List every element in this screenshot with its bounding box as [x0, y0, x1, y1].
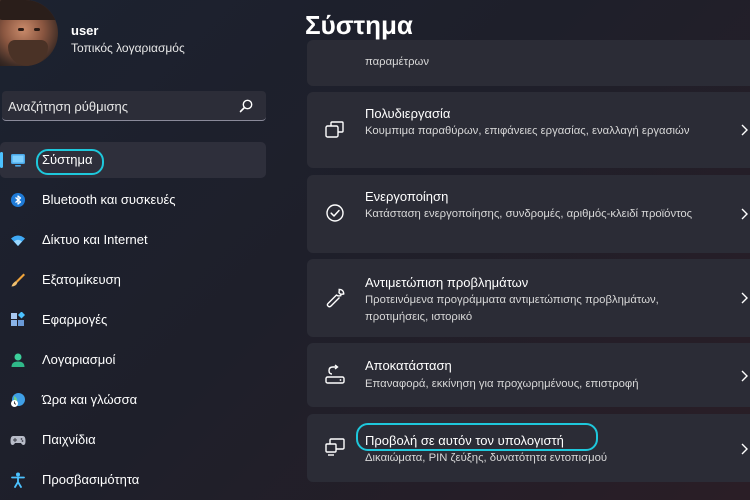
chevron-right-icon [741, 292, 748, 304]
sidebar-item-label: Ώρα και γλώσσα [42, 392, 138, 407]
sidebar-item-personalization[interactable]: Εξατομίκευση [0, 262, 266, 298]
chevron-right-icon [741, 443, 748, 455]
card-title: Αντιμετώπιση προβλημάτων [365, 275, 529, 290]
sidebar-item-label: Λογαριασμοί [42, 352, 116, 367]
sidebar-item-label: Εξατομίκευση [42, 272, 121, 287]
sidebar-item-label: Εφαρμογές [42, 312, 108, 327]
accessibility-icon [11, 472, 25, 488]
person-icon [11, 353, 25, 367]
brush-icon [11, 273, 25, 287]
settings-card-troubleshoot[interactable]: Αντιμετώπιση προβλημάτων Προτεινόμενα πρ… [307, 259, 750, 337]
wrench-icon [326, 288, 345, 308]
settings-card-recovery[interactable]: Αποκατάσταση Επαναφορά, εκκίνηση για προ… [307, 343, 750, 407]
sidebar-item-gaming[interactable]: Παιχνίδια [0, 422, 266, 458]
recovery-icon [325, 364, 345, 384]
sidebar: user Τοπικός λογαριασμός Σύστημα Blu [0, 0, 280, 500]
sidebar-item-system[interactable]: Σύστημα [0, 142, 266, 178]
wifi-icon [11, 235, 25, 246]
sidebar-nav: Σύστημα Bluetooth και συσκευές Δίκτυο κα… [0, 142, 280, 500]
sidebar-item-network[interactable]: Δίκτυο και Internet [0, 222, 266, 258]
card-title: Προβολή σε αυτόν τον υπολογιστή [365, 433, 564, 448]
account-type: Τοπικός λογαριασμός [71, 41, 185, 55]
search-icon[interactable] [238, 98, 254, 114]
chevron-right-icon [741, 124, 748, 136]
sidebar-item-accounts[interactable]: Λογαριασμοί [0, 342, 266, 378]
projecting-icon [325, 438, 345, 456]
globe-clock-icon [11, 393, 25, 407]
settings-card-multitasking[interactable]: Πολυδιεργασία Κουμπιμα παραθύρων, επιφάν… [307, 92, 750, 168]
card-description: Επαναφορά, εκκίνηση για προχωρημένους, ε… [365, 378, 639, 390]
sidebar-item-label: Bluetooth και συσκευές [42, 192, 176, 207]
avatar [0, 0, 58, 66]
bluetooth-icon [11, 193, 25, 207]
sidebar-item-label: Σύστημα [42, 152, 93, 167]
check-circle-icon [326, 204, 344, 222]
chevron-right-icon [741, 370, 748, 382]
settings-list: παραμέτρων Πολυδιεργασία Κουμπιμα παραθύ… [307, 0, 750, 500]
card-description: Δικαιώματα, PIN ζεύξης, δυνατότητα εντοπ… [365, 452, 608, 464]
user-name: user [71, 23, 99, 38]
card-title: Αποκατάσταση [365, 358, 452, 373]
card-description: Κουμπιμα παραθύρων, επιφάνειες εργασίας,… [365, 125, 690, 137]
gamepad-icon [10, 436, 26, 445]
settings-card-projecting[interactable]: Προβολή σε αυτόν τον υπολογιστή Δικαιώμα… [307, 414, 750, 482]
sidebar-item-time-language[interactable]: Ώρα και γλώσσα [0, 382, 266, 418]
chevron-right-icon [741, 208, 748, 220]
settings-card-partial[interactable]: παραμέτρων [307, 40, 750, 86]
active-indicator [0, 152, 3, 168]
sidebar-item-accessibility[interactable]: Προσβασιμότητα [0, 462, 266, 498]
sidebar-item-label: Δίκτυο και Internet [42, 232, 148, 247]
search-box[interactable] [2, 91, 266, 121]
settings-card-activation[interactable]: Ενεργοποίηση Κατάσταση ενεργοποίησης, συ… [307, 175, 750, 253]
sidebar-item-bluetooth[interactable]: Bluetooth και συσκευές [0, 182, 266, 218]
multitasking-icon [325, 121, 344, 138]
card-description: Κατάσταση ενεργοποίησης, συνδρομές, αριθ… [365, 208, 693, 220]
card-title: Ενεργοποίηση [365, 189, 449, 204]
search-input[interactable] [8, 96, 228, 116]
apps-icon [11, 312, 26, 326]
monitor-icon [11, 154, 25, 167]
card-title: Πολυδιεργασία [365, 106, 451, 121]
sidebar-item-label: Παιχνίδια [42, 432, 96, 447]
card-description: παραμέτρων [365, 56, 430, 68]
sidebar-item-label: Προσβασιμότητα [42, 472, 140, 487]
user-profile[interactable]: user Τοπικός λογαριασμός [0, 0, 280, 72]
sidebar-item-apps[interactable]: Εφαρμογές [0, 302, 266, 338]
card-description: Προτεινόμενα προγράμματα αντιμετώπισης π… [365, 294, 659, 323]
